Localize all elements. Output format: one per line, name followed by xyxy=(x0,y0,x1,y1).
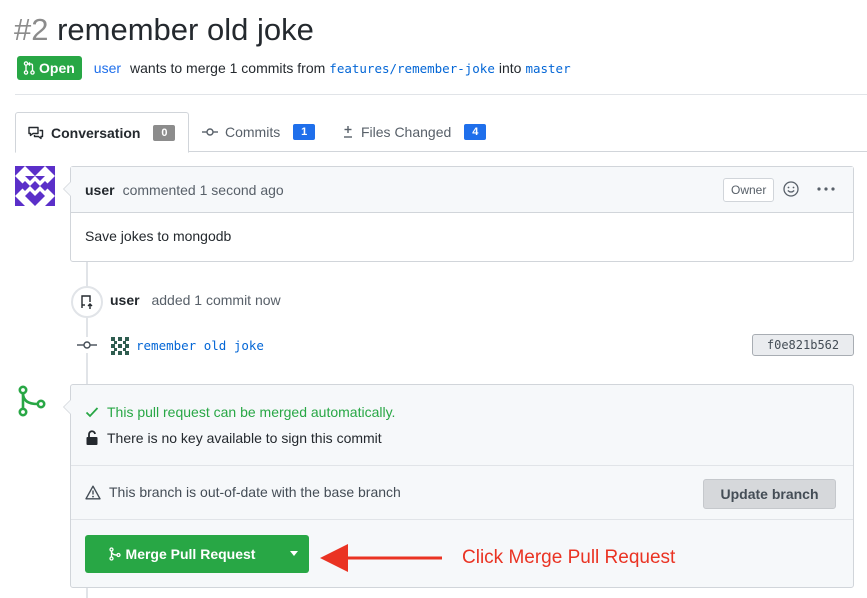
merge-text: wants to merge 1 commits from xyxy=(130,60,326,76)
outdated-row: This branch is out-of-date with the base… xyxy=(85,484,401,500)
event-author[interactable]: user xyxy=(110,292,140,308)
tab-bar: Conversation 0 Commits 1 Files Changed 4 xyxy=(15,112,867,153)
outdated-status: This branch is out-of-date with the base… xyxy=(109,484,401,500)
comment-discussion-icon xyxy=(28,126,44,139)
tab-label: Conversation xyxy=(51,124,141,141)
annotation-arrow-icon xyxy=(318,540,444,576)
pr-title: remember old joke xyxy=(57,12,314,47)
comment-box: user commented 1 second ago Owner Save j… xyxy=(63,166,854,262)
commit-icon xyxy=(202,128,218,136)
merge-check-row: This pull request can be merged automati… xyxy=(85,404,395,420)
divider xyxy=(71,465,853,466)
unlock-icon xyxy=(86,430,98,445)
comment-body: Save jokes to mongodb xyxy=(85,228,232,244)
git-merge-icon xyxy=(16,384,48,418)
tab-commits[interactable]: Commits 1 xyxy=(202,112,316,152)
pr-meta: Open user wants to merge 1 commits from … xyxy=(17,56,575,80)
more-options-button[interactable] xyxy=(815,179,837,199)
merge-auto-status: This pull request can be merged automati… xyxy=(107,404,396,420)
base-branch-link[interactable]: master xyxy=(525,61,570,76)
alert-icon xyxy=(85,485,101,499)
pull-request-icon xyxy=(23,61,35,75)
tab-label: Commits xyxy=(225,124,281,140)
reaction-button[interactable] xyxy=(781,179,801,199)
event-badge xyxy=(71,286,103,318)
head-branch-link[interactable]: features/remember-joke xyxy=(329,61,495,76)
commit-message-link[interactable]: remember old joke xyxy=(136,338,264,353)
into-text: into xyxy=(498,60,522,76)
event-text: user added 1 commit now xyxy=(110,292,281,308)
avatar[interactable] xyxy=(15,166,55,206)
merge-button-main[interactable]: Merge Pull Request xyxy=(85,535,279,573)
status-badge: Open xyxy=(17,56,82,80)
kebab-horizontal-icon xyxy=(817,187,835,191)
tab-count: 4 xyxy=(464,124,487,140)
tab-conversation[interactable]: Conversation 0 xyxy=(15,112,189,153)
commit-node xyxy=(76,337,98,353)
merge-pull-request-button[interactable]: Merge Pull Request xyxy=(85,535,309,573)
page-title: #2 remember old joke xyxy=(14,10,314,50)
event-action: added 1 commit now xyxy=(151,292,281,308)
comment-header: user commented 1 second ago Owner xyxy=(71,167,853,213)
tab-count: 1 xyxy=(293,124,316,140)
commit-avatar[interactable] xyxy=(110,336,130,356)
comment-timestamp: commented 1 second ago xyxy=(122,181,284,198)
sign-status-row: There is no key available to sign this c… xyxy=(85,430,382,446)
divider xyxy=(15,94,867,95)
triangle-down-icon xyxy=(290,551,298,556)
status-label: Open xyxy=(39,60,75,76)
owner-badge: Owner xyxy=(723,178,775,202)
git-merge-icon xyxy=(108,547,121,561)
commit-sha-button[interactable]: f0e821b562 xyxy=(752,334,854,356)
update-branch-button[interactable]: Update branch xyxy=(703,479,836,509)
pr-number: #2 xyxy=(14,12,49,47)
author-link[interactable]: user xyxy=(94,60,121,76)
diff-icon xyxy=(344,126,352,138)
comment-author[interactable]: user xyxy=(85,182,115,198)
tab-count: 0 xyxy=(153,124,176,141)
repo-push-icon xyxy=(81,295,93,309)
annotation-text: Click Merge Pull Request xyxy=(462,547,676,568)
tab-files-changed[interactable]: Files Changed 4 xyxy=(342,112,487,152)
merge-options-dropdown[interactable] xyxy=(279,535,309,573)
check-icon xyxy=(85,407,99,418)
commit-icon xyxy=(77,341,97,349)
divider xyxy=(71,519,853,520)
sign-status: There is no key available to sign this c… xyxy=(107,430,382,446)
merge-button-label: Merge Pull Request xyxy=(125,546,256,562)
smiley-icon xyxy=(783,181,799,197)
tab-label: Files Changed xyxy=(361,124,452,140)
